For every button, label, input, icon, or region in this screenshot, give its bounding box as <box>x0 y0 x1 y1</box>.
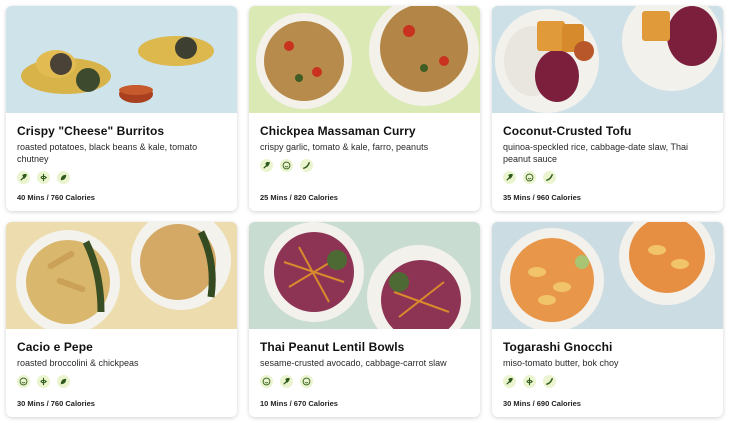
recipe-info: Thai Peanut Lentil Bowls sesame-crusted … <box>249 329 480 417</box>
recipe-image[interactable] <box>492 6 723 113</box>
dietary-icons <box>260 159 469 172</box>
recipe-info: Togarashi Gnocchi miso-tomato butter, bo… <box>492 329 723 417</box>
recipe-meta: 30 Mins / 760 Calories <box>17 399 95 408</box>
recipe-title[interactable]: Chickpea Massaman Curry <box>260 124 469 138</box>
lentil-bowls-illustration <box>249 222 480 329</box>
pasta-illustration <box>6 222 237 329</box>
recipe-card[interactable]: Cacio e Pepe roasted broccolini & chickp… <box>6 222 237 417</box>
recipe-card[interactable]: Thai Peanut Lentil Bowls sesame-crusted … <box>249 222 480 417</box>
smiley-icon <box>300 375 313 388</box>
recipe-title[interactable]: Crispy "Cheese" Burritos <box>17 124 226 138</box>
dietary-icons <box>17 375 226 388</box>
recipe-image[interactable] <box>249 222 480 329</box>
tofu-illustration <box>492 6 723 113</box>
leaf-sprout-icon <box>260 159 273 172</box>
recipe-meta: 25 Mins / 820 Calories <box>260 193 338 202</box>
dietary-icons <box>503 375 712 388</box>
recipe-description: miso-tomato butter, bok choy <box>503 358 619 368</box>
recipe-description: roasted potatoes, black beans & kale, to… <box>17 142 198 164</box>
recipe-image[interactable] <box>6 6 237 113</box>
recipe-info: Coconut-Crusted Tofu quinoa-speckled ric… <box>492 113 723 211</box>
recipe-card[interactable]: Chickpea Massaman Curry crispy garlic, t… <box>249 6 480 211</box>
no-nuts-icon <box>37 375 50 388</box>
recipe-info: Crispy "Cheese" Burritos roasted potatoe… <box>6 113 237 211</box>
curry-illustration <box>249 6 480 113</box>
smiley-icon <box>280 159 293 172</box>
recipe-info: Chickpea Massaman Curry crispy garlic, t… <box>249 113 480 211</box>
dietary-icons <box>17 171 226 184</box>
plant-based-icon <box>57 171 70 184</box>
recipe-title[interactable]: Cacio e Pepe <box>17 340 226 354</box>
spicy-icon <box>543 375 556 388</box>
leaf-sprout-icon <box>503 375 516 388</box>
leaf-sprout-icon <box>17 171 30 184</box>
leaf-sprout-icon <box>280 375 293 388</box>
smiley-icon <box>260 375 273 388</box>
recipe-info: Cacio e Pepe roasted broccolini & chickp… <box>6 329 237 417</box>
recipe-title[interactable]: Thai Peanut Lentil Bowls <box>260 340 469 354</box>
leaf-sprout-icon <box>503 171 516 184</box>
smiley-icon <box>17 375 30 388</box>
recipe-description: sesame-crusted avocado, cabbage-carrot s… <box>260 358 447 368</box>
recipe-description: crispy garlic, tomato & kale, farro, pea… <box>260 142 429 152</box>
recipe-description: quinoa-speckled rice, cabbage-date slaw,… <box>503 142 688 164</box>
no-nuts-icon <box>37 171 50 184</box>
spicy-icon <box>300 159 313 172</box>
recipe-card[interactable]: Togarashi Gnocchi miso-tomato butter, bo… <box>492 222 723 417</box>
no-nuts-icon <box>523 375 536 388</box>
gnocchi-illustration <box>492 222 723 329</box>
dietary-icons <box>260 375 469 388</box>
smiley-icon <box>523 171 536 184</box>
recipe-title[interactable]: Coconut-Crusted Tofu <box>503 124 712 138</box>
plant-based-icon <box>57 375 70 388</box>
recipe-image[interactable] <box>6 222 237 329</box>
recipe-meta: 40 Mins / 760 Calories <box>17 193 95 202</box>
recipe-image[interactable] <box>492 222 723 329</box>
recipe-grid: Crispy "Cheese" Burritos roasted potatoe… <box>6 6 723 417</box>
recipe-image[interactable] <box>249 6 480 113</box>
recipe-description: roasted broccolini & chickpeas <box>17 358 139 368</box>
dietary-icons <box>503 171 712 184</box>
burritos-illustration <box>6 6 237 113</box>
recipe-meta: 30 Mins / 690 Calories <box>503 399 581 408</box>
recipe-card[interactable]: Crispy "Cheese" Burritos roasted potatoe… <box>6 6 237 211</box>
recipe-title[interactable]: Togarashi Gnocchi <box>503 340 712 354</box>
recipe-meta: 35 Mins / 960 Calories <box>503 193 581 202</box>
spicy-icon <box>543 171 556 184</box>
recipe-meta: 10 Mins / 670 Calories <box>260 399 338 408</box>
recipe-card[interactable]: Coconut-Crusted Tofu quinoa-speckled ric… <box>492 6 723 211</box>
